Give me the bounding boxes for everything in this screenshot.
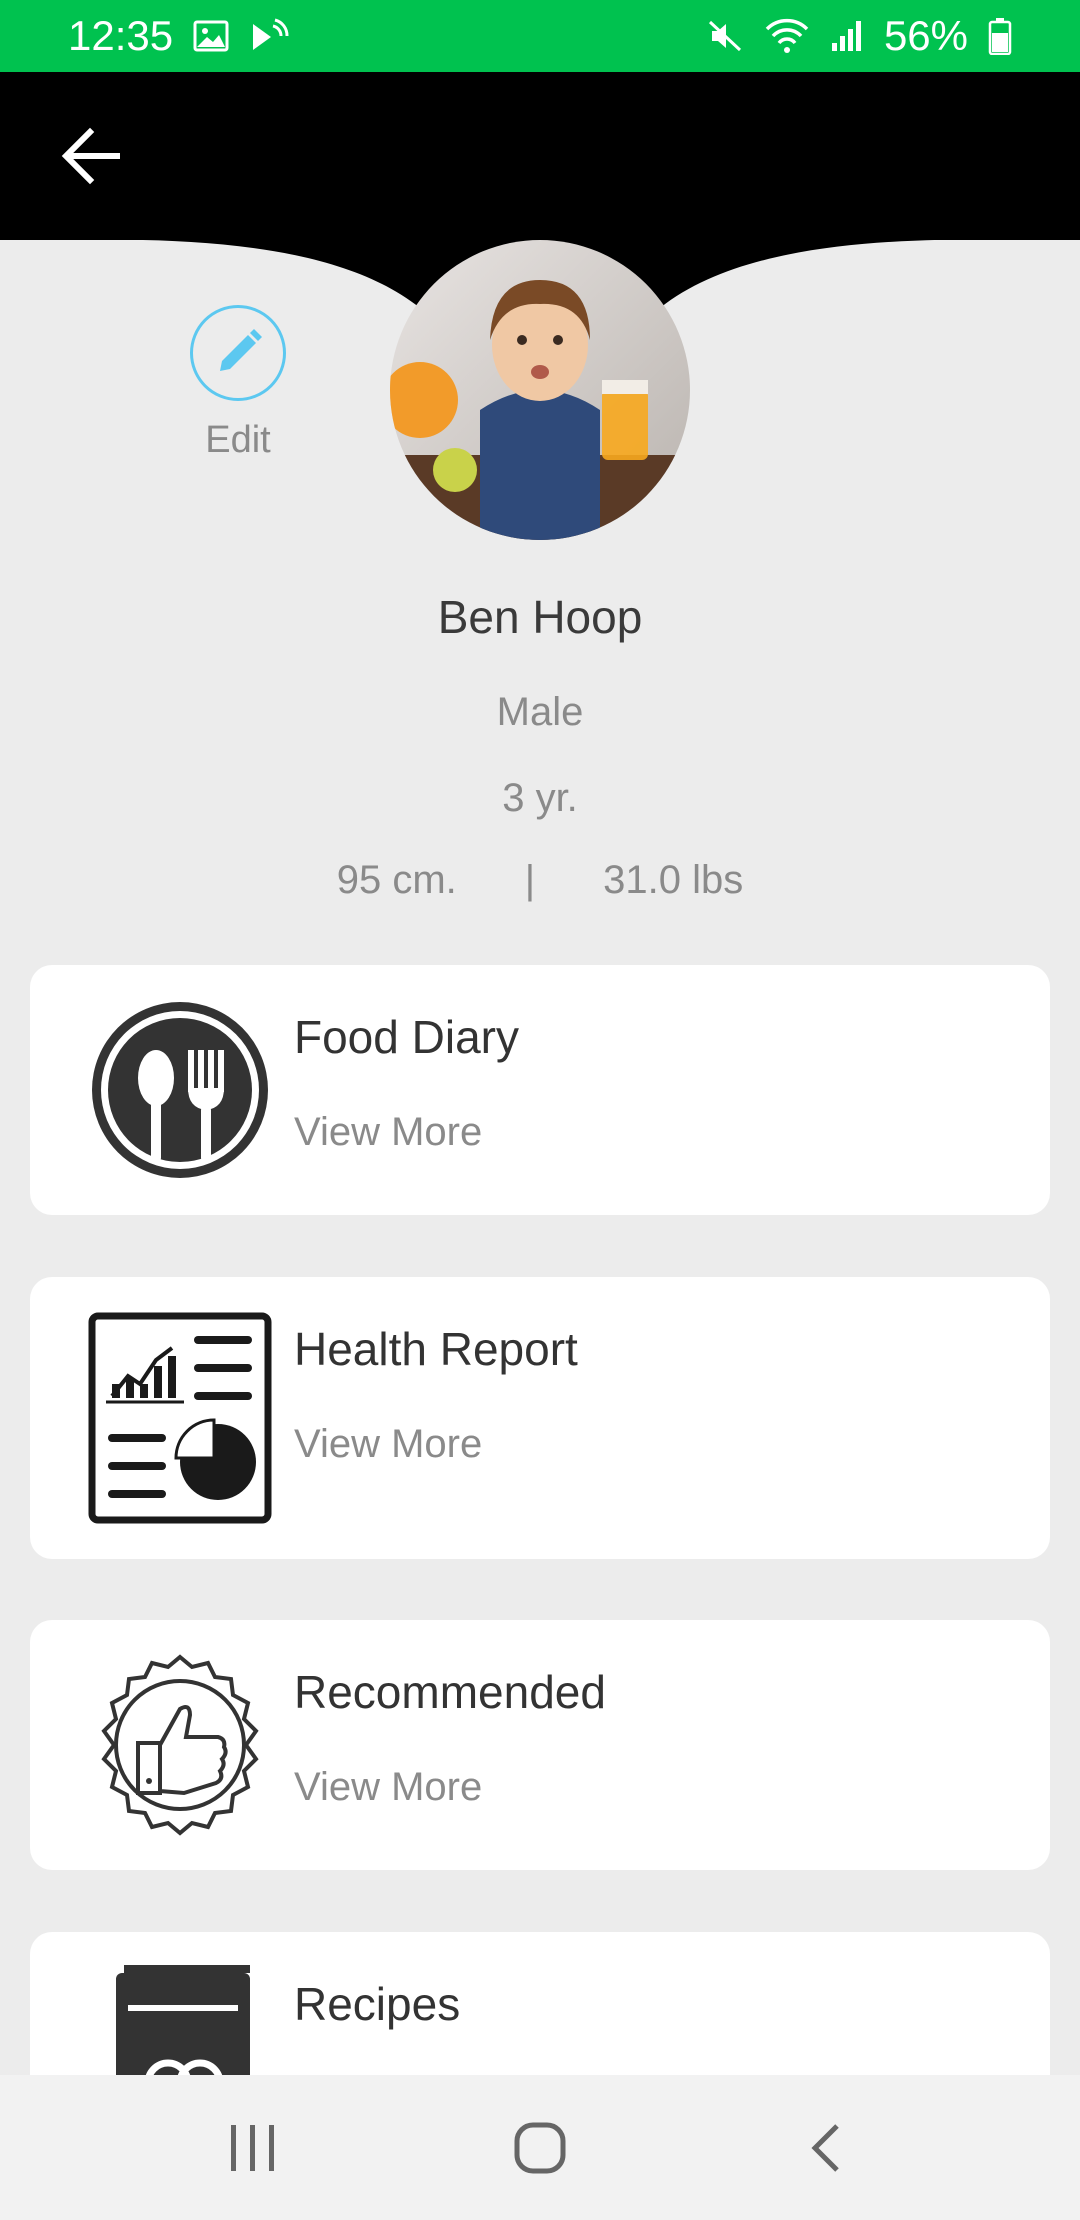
view-more-link[interactable]: View More [294,1422,482,1467]
card-title: Recommended [294,1666,606,1718]
status-time: 12:35 [68,12,174,59]
status-right: 56% [706,12,1012,60]
image-icon [193,20,229,52]
battery-icon [988,17,1012,55]
view-more-link[interactable]: View More [294,1765,482,1810]
profile-photo [390,240,690,540]
card-title: Recipes [294,1978,461,2030]
profile-name: Ben Hoop [437,591,643,643]
home-icon [514,2122,566,2173]
wifi-icon [764,17,810,55]
avatar[interactable] [390,240,690,540]
cast-icon [249,18,289,54]
edit-circle [190,305,286,401]
card-health-report[interactable]: Health Report View More [30,1277,1050,1559]
battery-level: 56% [883,12,968,59]
card-title: Health Report [294,1323,578,1375]
recent-apps-button[interactable] [193,2088,313,2208]
back-button[interactable] [56,120,128,192]
thumbs-up-badge-icon [88,1653,272,1837]
status-bar: 12:35 56% [0,0,1080,72]
view-more-link[interactable]: View More [294,1110,482,1155]
home-button[interactable] [480,2088,600,2208]
spoon-fork-icon [88,998,272,1182]
profile-height: 95 cm. [336,858,457,902]
system-nav-bar [0,2075,1080,2220]
edit-label: Edit [205,419,271,461]
card-title: Food Diary [294,1011,519,1063]
status-left: 12:35 [68,12,289,60]
report-icon [88,1312,272,1524]
profile-gender: Male [496,690,584,734]
signal-icon [830,19,864,53]
app-header [0,72,1080,240]
profile-age: 3 yr. [502,776,578,820]
back-nav-icon [811,2123,839,2172]
mute-icon [706,18,744,54]
card-food-diary[interactable]: Food Diary View More [30,965,1050,1215]
card-recommended[interactable]: Recommended View More [30,1620,1050,1870]
profile-weight: 31.0 lbs [603,858,744,902]
pencil-icon [220,329,262,371]
arrow-left-icon [61,127,120,185]
metrics-separator: | [524,858,536,902]
recent-apps-icon [231,2124,275,2171]
back-nav-button[interactable] [767,2088,887,2208]
profile-metrics: 95 cm. | 31.0 lbs [0,858,1080,903]
edit-button[interactable]: Edit [168,305,308,462]
